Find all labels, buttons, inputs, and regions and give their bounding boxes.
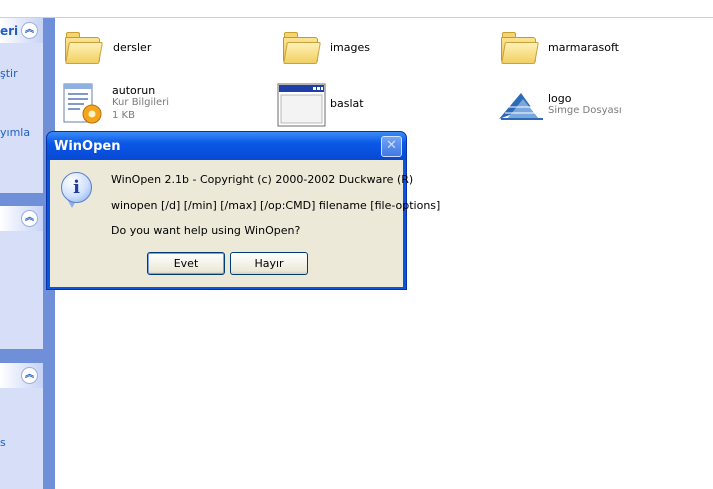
task-link-3[interactable]: s [0,436,6,449]
file-item-logo[interactable]: logo Simge Dosyası [497,87,677,127]
file-name: autorun [112,84,156,97]
task-panel-3-header[interactable]: ︽ [0,363,43,388]
close-button[interactable]: ✕ [381,136,402,157]
task-panel-2-header[interactable]: ︽ [0,206,43,231]
file-name: marmarasoft [548,41,619,54]
message-line-2: winopen [/d] [/min] [/max] [/op:CMD] fil… [111,199,441,212]
task-link-1[interactable]: ştir [0,67,18,80]
message-line-1: WinOpen 2.1b - Copyright (c) 2000-2002 D… [111,173,414,186]
file-name: logo [548,92,572,105]
top-strip [0,0,713,18]
winopen-dialog: WinOpen ✕ i WinOpen 2.1b - Copyright (c)… [46,131,440,290]
file-type: Kur Bilgileri [112,97,170,108]
folder-icon [64,30,103,64]
task-panel-3: ︽ s [0,363,43,489]
file-item-dersler[interactable]: dersler [64,30,214,70]
file-type: Simge Dosyası [548,105,622,116]
yes-button[interactable]: Evet [147,252,225,275]
task-panel-1-title: eri [0,24,19,38]
folder-icon [500,30,539,64]
task-panel-1-header[interactable]: eri ︽ [0,18,43,43]
task-panel-2: ︽ [0,206,43,349]
task-panel-1: eri ︽ ştir yımla [0,18,43,193]
file-item-baslat[interactable]: baslat [277,82,427,127]
info-icon: i [61,172,92,203]
file-name: dersler [113,41,152,54]
no-button[interactable]: Hayır [230,252,308,275]
file-name: baslat [330,97,364,110]
collapse-chevron-icon[interactable]: ︽ [21,22,38,39]
logo-image-icon [499,93,543,120]
dialog-titlebar[interactable]: WinOpen ✕ [47,132,406,160]
file-item-autorun[interactable]: autorun Kur Bilgileri 1 KB [62,80,222,128]
message-line-3: Do you want help using WinOpen? [111,224,301,237]
file-item-images[interactable]: images [282,30,432,70]
file-size: 1 KB [112,110,135,121]
folder-icon [282,30,321,64]
setup-info-icon [63,83,102,124]
collapse-chevron-icon[interactable]: ︽ [21,367,38,384]
task-link-2[interactable]: yımla [0,126,30,139]
file-item-marmarasoft[interactable]: marmarasoft [500,30,670,70]
collapse-chevron-icon[interactable]: ︽ [21,210,38,227]
file-name: images [330,41,370,54]
application-window-icon [277,83,326,127]
dialog-title: WinOpen [54,139,121,154]
dialog-body: i WinOpen 2.1b - Copyright (c) 2000-2002… [50,160,440,287]
